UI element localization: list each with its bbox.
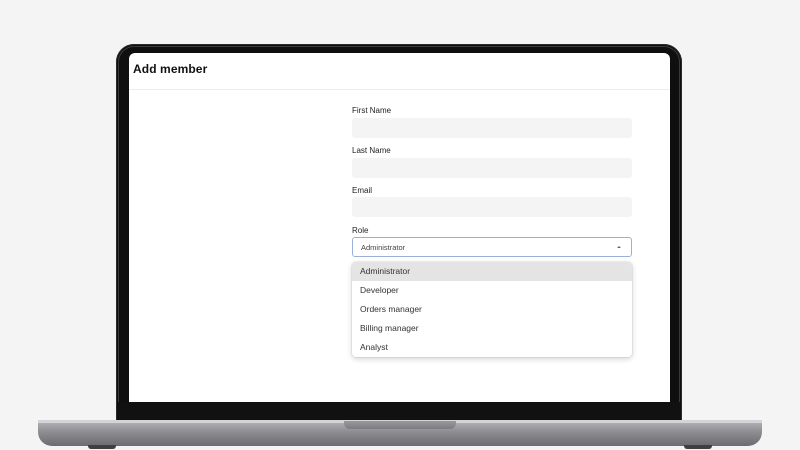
laptop-notch bbox=[344, 421, 456, 429]
first-name-input[interactable] bbox=[352, 118, 632, 138]
role-option-developer[interactable]: Developer bbox=[352, 281, 632, 300]
email-label: Email bbox=[352, 186, 373, 195]
role-option-orders-manager[interactable]: Orders manager bbox=[352, 300, 632, 319]
role-select[interactable]: Administrator bbox=[352, 237, 632, 257]
page-title: Add member bbox=[133, 62, 208, 76]
role-option-billing-manager[interactable]: Billing manager bbox=[352, 319, 632, 338]
role-dropdown: Administrator Developer Orders manager B… bbox=[352, 262, 632, 357]
page-header: Add member bbox=[129, 53, 670, 90]
role-option-administrator[interactable]: Administrator bbox=[352, 262, 632, 281]
role-select-value: Administrator bbox=[361, 243, 406, 252]
first-name-label: First Name bbox=[352, 106, 392, 115]
chevron-up-icon bbox=[617, 246, 621, 248]
role-option-analyst[interactable]: Analyst bbox=[352, 338, 632, 357]
email-input[interactable] bbox=[352, 197, 632, 217]
last-name-label: Last Name bbox=[352, 146, 391, 155]
last-name-input[interactable] bbox=[352, 158, 632, 178]
laptop-screen: Add member First Name Last Name Email Ro… bbox=[129, 53, 670, 402]
laptop-bezel-bottom bbox=[118, 402, 680, 420]
laptop-foot-left bbox=[88, 445, 116, 449]
role-label: Role bbox=[352, 226, 369, 235]
laptop-foot-right bbox=[684, 445, 712, 449]
